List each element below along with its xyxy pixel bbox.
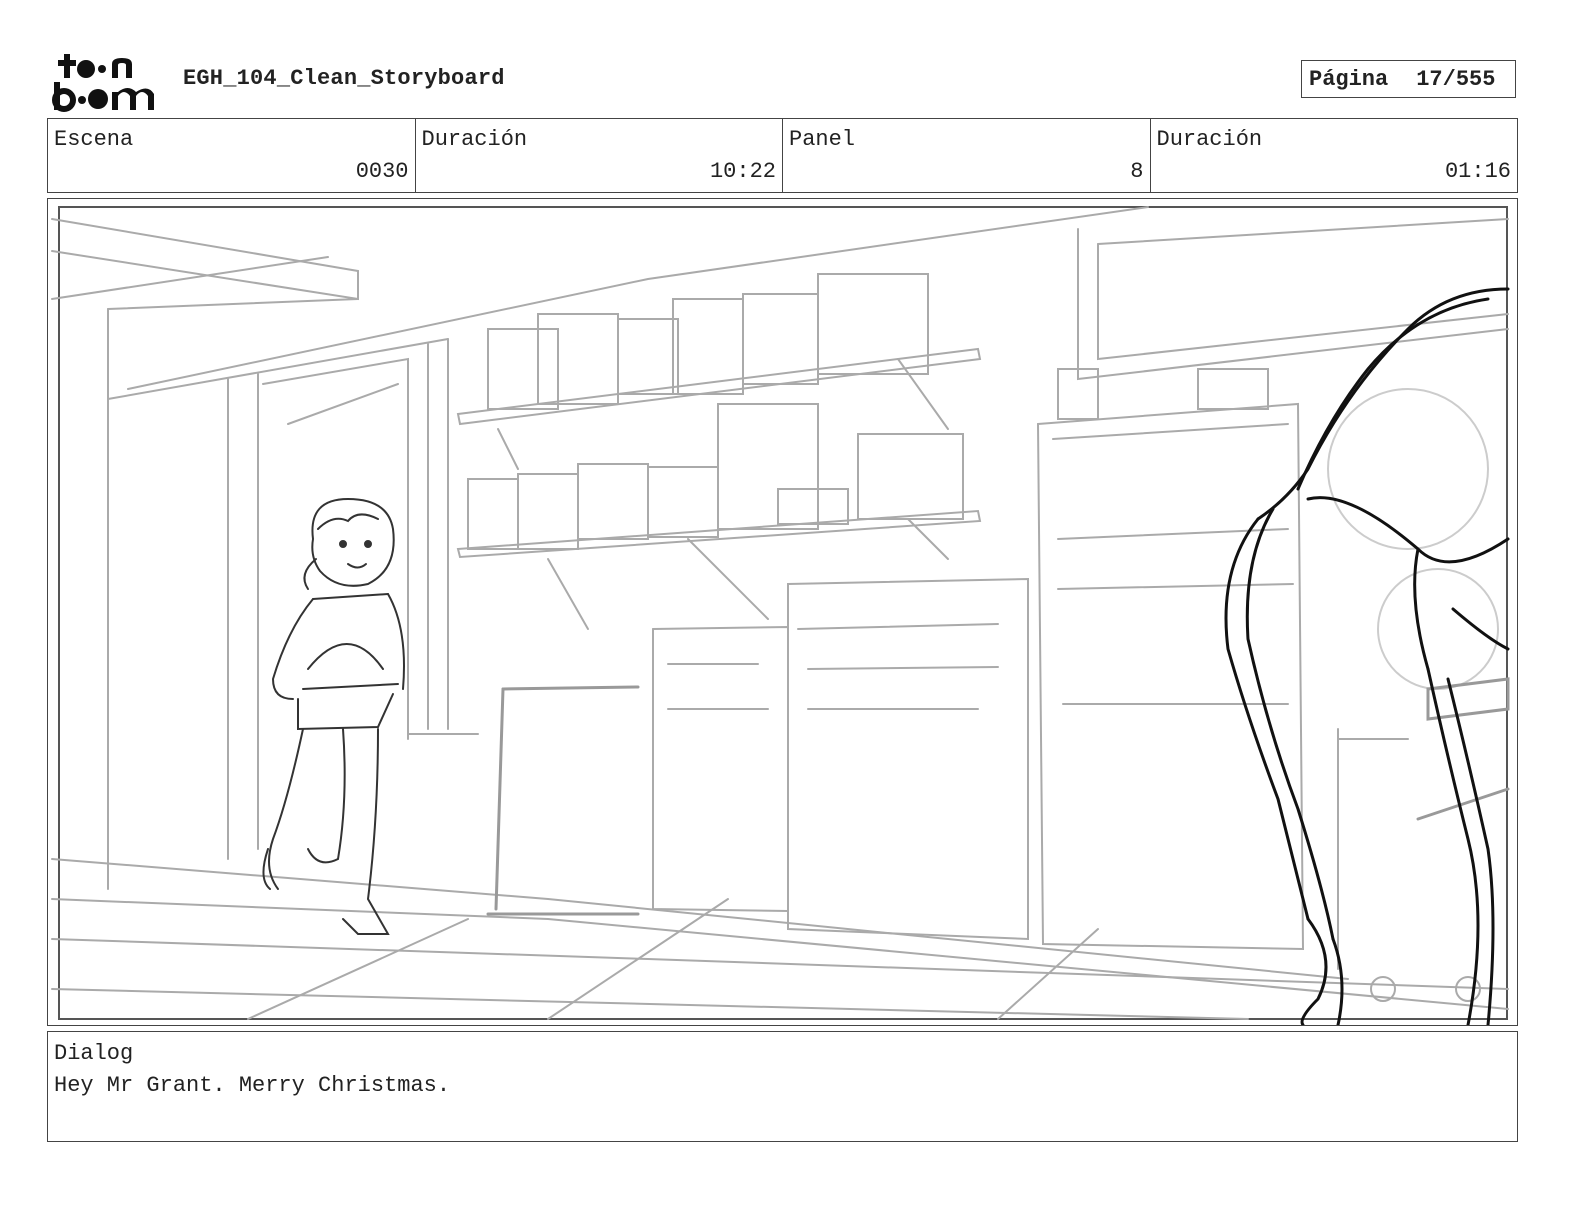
scene-duration-label: Duración <box>421 127 528 152</box>
scene-label: Escena <box>54 127 134 152</box>
dialog-label: Dialog <box>54 1041 134 1066</box>
scene-cell: Escena 0030 <box>48 119 416 192</box>
page-number: 17/555 <box>1416 66 1496 92</box>
panel-sketch <box>51 206 1510 1025</box>
panel-duration-value: 01:16 <box>1444 159 1511 184</box>
scene-duration-cell: Duración 10:22 <box>416 119 783 192</box>
storyboard-panel <box>47 198 1518 1026</box>
toon-boom-logo <box>52 54 154 112</box>
page-label: Página <box>1309 66 1389 92</box>
panel-cell: Panel 8 <box>783 119 1151 192</box>
panel-label: Panel <box>789 127 856 152</box>
panel-duration-cell: Duración 01:16 <box>1151 119 1518 192</box>
dialog-text: Hey Mr Grant. Merry Christmas. <box>54 1073 451 1098</box>
panel-duration-label: Duración <box>1156 127 1263 152</box>
scene-duration-value: 10:22 <box>709 159 776 184</box>
scene-value: 0030 <box>355 159 409 184</box>
scene-info-row: Escena 0030 Duración 10:22 Panel 8 Durac… <box>47 118 1518 193</box>
page-indicator: Página 17/555 <box>1301 60 1516 98</box>
panel-value: 8 <box>1130 159 1144 184</box>
document-title: EGH_104_Clean_Storyboard <box>183 66 505 91</box>
dialog-box: Dialog Hey Mr Grant. Merry Christmas. <box>47 1031 1518 1142</box>
